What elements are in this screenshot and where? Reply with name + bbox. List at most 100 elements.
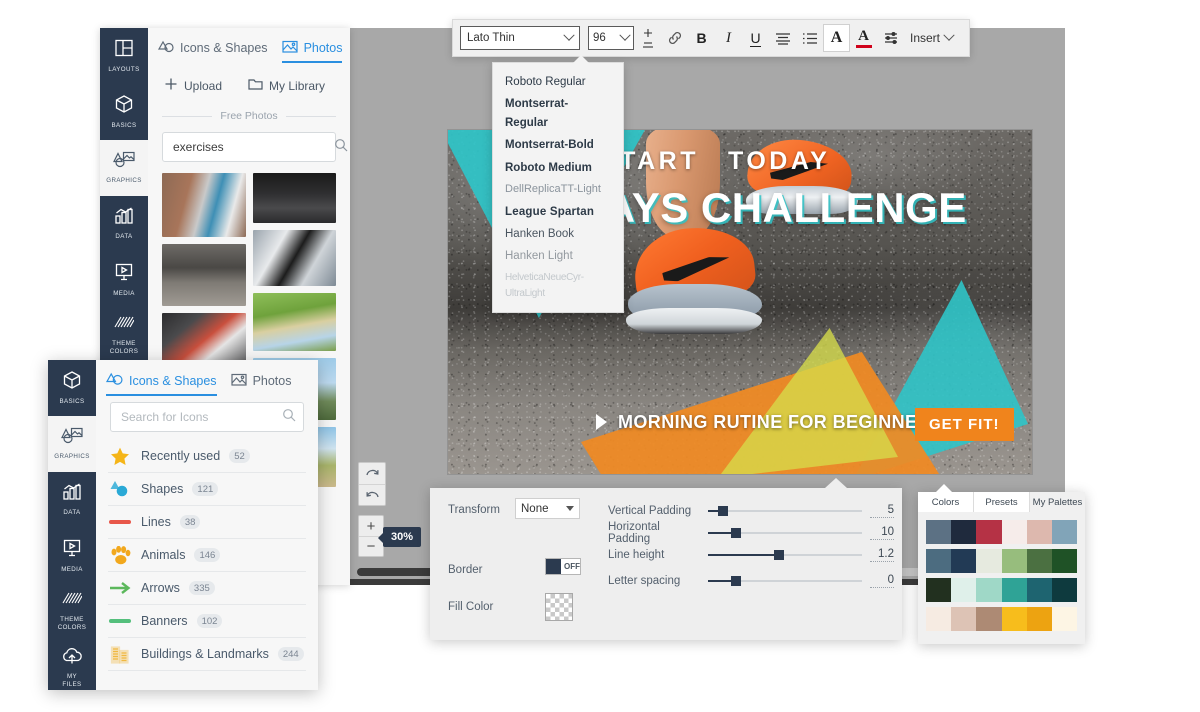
font-option[interactable]: Hanken Book: [493, 223, 623, 245]
search-icon[interactable]: [334, 138, 348, 157]
photo-thumbnail[interactable]: [252, 230, 336, 286]
color-swatch[interactable]: [1001, 549, 1027, 573]
get-fit-cta-button[interactable]: GET FIT!: [915, 408, 1014, 441]
subline-text[interactable]: MORNING RUTINE FOR BEGINNERS: [618, 412, 943, 433]
rail-item-graphics[interactable]: GRAPHICS: [100, 140, 148, 196]
color-swatch[interactable]: [926, 549, 952, 573]
color-swatch[interactable]: [1001, 520, 1027, 544]
slider-track[interactable]: [708, 528, 862, 538]
color-swatch[interactable]: [1051, 578, 1078, 602]
rail-item-basics[interactable]: BASICS: [48, 360, 96, 416]
slider-row[interactable]: Horizontal Padding 10: [608, 521, 894, 545]
rail-item-graphics[interactable]: GRAPHICS: [48, 416, 96, 472]
rail-item-layouts[interactable]: LAYOUTS: [100, 28, 148, 84]
insert-menu-button[interactable]: Insert: [910, 29, 955, 45]
rail-item-data[interactable]: DATA: [48, 472, 96, 528]
slider-thumb[interactable]: [773, 550, 784, 560]
icon-category-row[interactable]: Animals 146: [108, 539, 306, 572]
color-swatch[interactable]: [1051, 607, 1078, 631]
slider-row[interactable]: Line height 1.2: [608, 546, 894, 564]
font-family-select[interactable]: Lato Thin: [460, 26, 580, 50]
rail-item-basics[interactable]: BASICS: [100, 84, 148, 140]
tab-icons-and-shapes[interactable]: Icons & Shapes: [157, 40, 268, 63]
icon-category-row[interactable]: Banners 102: [108, 605, 306, 638]
list-button[interactable]: [796, 24, 823, 52]
color-swatch[interactable]: [976, 520, 1002, 544]
photo-thumbnail[interactable]: [252, 173, 336, 223]
icons-search-input[interactable]: [121, 410, 276, 424]
color-palette-panel[interactable]: Colors Presets My Palettes: [918, 484, 1085, 644]
fill-color-swatch[interactable]: [545, 593, 573, 621]
text-formatting-toolbar[interactable]: Lato Thin 96 B I U A A Insert: [452, 19, 970, 57]
color-swatch[interactable]: [951, 578, 977, 602]
font-option[interactable]: Montserrat-Regular: [493, 93, 623, 134]
font-option[interactable]: Roboto Regular: [493, 71, 623, 93]
color-swatch[interactable]: [926, 520, 952, 544]
text-settings-button[interactable]: [877, 24, 904, 52]
font-option[interactable]: Montserrat-Bold: [493, 134, 623, 156]
font-option[interactable]: DellReplicaTT-Light: [493, 179, 623, 201]
slider-thumb[interactable]: [730, 576, 741, 586]
align-button[interactable]: [769, 24, 796, 52]
photo-thumbnail[interactable]: [252, 293, 336, 351]
slider-row[interactable]: Letter spacing 0: [608, 572, 894, 590]
font-size-stepper[interactable]: [634, 24, 661, 52]
palette-tab-my-palettes[interactable]: My Palettes: [1030, 492, 1085, 512]
font-option[interactable]: Roboto Medium: [493, 157, 623, 179]
color-swatch[interactable]: [1026, 549, 1052, 573]
color-swatch[interactable]: [976, 607, 1002, 631]
tab-photos[interactable]: Photos: [230, 373, 291, 396]
color-swatch[interactable]: [1026, 607, 1052, 631]
slider-track[interactable]: [708, 550, 862, 560]
font-size-select[interactable]: 96: [588, 26, 634, 50]
photos-panel-tabs[interactable]: Icons & Shapes Photos: [148, 28, 350, 63]
slider-row[interactable]: Vertical Padding 5: [608, 502, 894, 520]
icon-category-row[interactable]: Lines 38: [108, 506, 306, 539]
rail-item-media[interactable]: MEDIA: [100, 252, 148, 308]
underline-button[interactable]: U: [742, 24, 769, 52]
italic-button[interactable]: I: [715, 24, 742, 52]
color-swatch[interactable]: [976, 578, 1002, 602]
font-option[interactable]: Hanken Light: [493, 245, 623, 267]
palette-tab-colors[interactable]: Colors: [918, 492, 974, 512]
text-color-button[interactable]: A: [850, 24, 877, 52]
eyebrow-text-right[interactable]: TODAY: [728, 147, 830, 176]
search-icon[interactable]: [282, 408, 296, 427]
icon-category-row[interactable]: Recently used 52: [108, 440, 306, 473]
font-option[interactable]: HelveticaNeueCyr-UltraLight: [493, 268, 623, 304]
my-library-button[interactable]: My Library: [248, 78, 325, 94]
color-swatch[interactable]: [1001, 578, 1027, 602]
icons-panel-tabs[interactable]: Icons & Shapes Photos: [96, 360, 318, 396]
rail-item-my-files[interactable]: MYFILES: [48, 640, 96, 696]
tab-photos[interactable]: Photos: [281, 40, 342, 63]
text-style-button[interactable]: A: [823, 24, 850, 52]
slider-track[interactable]: [708, 506, 862, 516]
color-swatch[interactable]: [1051, 549, 1078, 573]
icon-category-row[interactable]: Shapes 121: [108, 473, 306, 506]
palette-tab-presets[interactable]: Presets: [974, 492, 1030, 512]
color-swatch[interactable]: [951, 607, 977, 631]
rail-item-theme-colors[interactable]: THEME COLORS: [100, 308, 148, 364]
color-swatch[interactable]: [926, 578, 952, 602]
icons-panel-rail[interactable]: BASICS GRAPHICS DATA MEDIA THEME COLORS MY FILE…: [48, 360, 96, 690]
color-swatch[interactable]: [1026, 520, 1052, 544]
color-swatch[interactable]: [951, 520, 977, 544]
photos-panel-actions[interactable]: Upload My Library: [148, 63, 350, 94]
upload-button[interactable]: Upload: [164, 77, 222, 94]
bold-button[interactable]: B: [688, 24, 715, 52]
slider-track[interactable]: [708, 576, 862, 586]
color-swatch[interactable]: [1051, 520, 1078, 544]
photos-search-input[interactable]: [173, 140, 328, 154]
photos-search-box[interactable]: [162, 132, 348, 162]
icon-category-list[interactable]: Recently used 52 Shapes 121 Lines 38 Animals 14…: [108, 440, 306, 671]
font-family-dropdown-menu[interactable]: Roboto Regular Montserrat-Regular Montserr…: [492, 55, 624, 313]
rail-item-media[interactable]: MEDIA: [48, 528, 96, 584]
palette-tabs[interactable]: Colors Presets My Palettes: [918, 492, 1085, 512]
font-option[interactable]: League Spartan: [493, 201, 623, 223]
rail-item-theme-colors[interactable]: THEME COLORS: [48, 584, 96, 640]
icon-category-row[interactable]: Buildings & Landmarks 244: [108, 638, 306, 671]
color-swatch[interactable]: [926, 607, 952, 631]
icon-category-row[interactable]: Arrows 335: [108, 572, 306, 605]
slider-thumb[interactable]: [718, 506, 729, 516]
text-transform-panel[interactable]: Transform None Border OFF Fill Color Ver…: [430, 478, 902, 640]
